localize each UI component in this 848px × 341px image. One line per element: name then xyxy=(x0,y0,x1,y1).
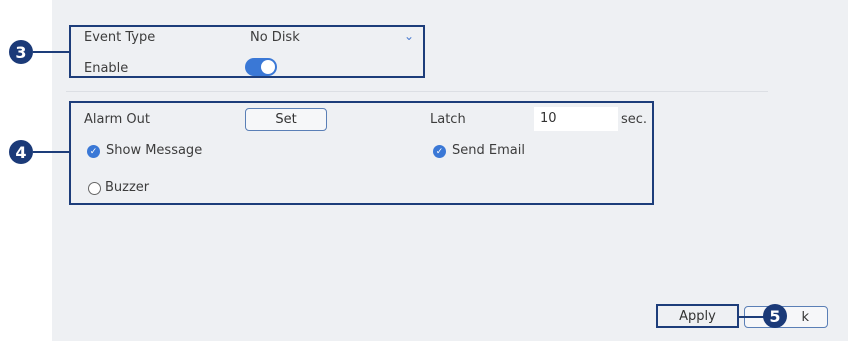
section-divider xyxy=(66,91,768,92)
alarm-out-set-button[interactable]: Set xyxy=(245,108,327,131)
back-button-label: k xyxy=(801,309,809,325)
show-message-checkbox[interactable]: ✓ xyxy=(87,145,100,158)
latch-unit: sec. xyxy=(621,112,648,127)
latch-input[interactable]: 10 xyxy=(534,107,618,131)
enable-label: Enable xyxy=(84,61,129,76)
apply-button[interactable]: Apply xyxy=(659,307,736,326)
chevron-down-icon: ⌄ xyxy=(403,29,414,43)
send-email-checkbox[interactable]: ✓ xyxy=(433,145,446,158)
latch-label: Latch xyxy=(430,112,466,127)
send-email-label: Send Email xyxy=(452,143,525,158)
buzzer-label: Buzzer xyxy=(105,180,150,195)
callout-5: 5 xyxy=(763,304,787,328)
callout-5-line xyxy=(739,316,765,318)
callout-3-line xyxy=(33,51,70,53)
alarm-out-label: Alarm Out xyxy=(84,112,150,127)
event-type-select[interactable]: No Disk ⌄ xyxy=(244,27,420,49)
event-type-label: Event Type xyxy=(84,30,156,45)
callout-3: 3 xyxy=(9,40,33,64)
buzzer-checkbox[interactable] xyxy=(88,182,101,195)
toggle-knob xyxy=(261,60,275,74)
enable-toggle[interactable] xyxy=(245,58,277,76)
callout-4-line xyxy=(33,151,70,153)
callout-4: 4 xyxy=(9,140,33,164)
show-message-label: Show Message xyxy=(106,143,203,158)
event-type-value: No Disk xyxy=(250,30,300,45)
